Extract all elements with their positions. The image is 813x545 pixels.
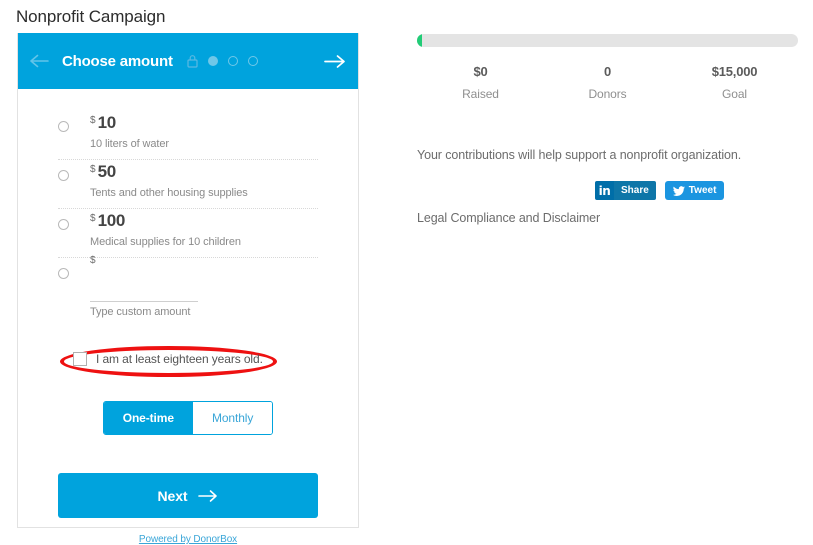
currency-symbol: $ [90,255,96,266]
radio-button[interactable] [58,170,69,181]
radio-button[interactable] [58,121,69,132]
lock-icon [187,54,198,68]
next-button[interactable]: Next [58,473,318,518]
twitter-tweet-label: Tweet [688,185,717,196]
amount-option-row[interactable]: $ 100 Medical supplies for 10 children [58,209,318,258]
campaign-page: Nonprofit Campaign Choose amount $ 10 10… [0,0,813,545]
radio-button[interactable] [58,268,69,279]
arrow-right-icon [324,54,345,68]
age-confirmation-checkbox-row[interactable]: I am at least eighteen years old. [73,352,263,366]
step-dot-1 [207,56,218,66]
amount-value: $ 10 [90,114,318,134]
campaign-stats: $0 Raised 0 Donors $15,000 Goal [417,64,798,101]
header-next-button[interactable] [312,33,358,89]
linkedin-share-label: Share [614,181,656,200]
custom-amount-value: $ [90,256,318,281]
stat-goal: $15,000 Goal [671,64,798,101]
frequency-toggle-group: One-time Monthly [18,401,358,435]
stat-value: $15,000 [711,64,758,79]
arrow-right-icon [198,489,218,502]
custom-amount-description: Type custom amount [90,306,191,318]
amount-number: 50 [97,162,117,181]
amount-option-body: $ 50 Tents and other housing supplies [90,163,318,201]
stat-label: Donors [588,87,627,101]
next-button-label: Next [157,487,188,504]
amount-value: $ 50 [90,163,318,183]
currency-symbol: $ [90,213,96,224]
radio-button[interactable] [58,219,69,230]
page-title: Nonprofit Campaign [16,7,166,26]
linkedin-icon: in [595,181,614,200]
twitter-bird-icon [672,185,685,196]
amount-options-list: $ 10 10 liters of water $ 50 Tents and o… [18,89,358,327]
amount-description: Tents and other housing supplies [90,187,248,199]
amount-number: 10 [97,113,117,132]
donation-form-card: Choose amount $ 10 10 liters of water $ … [17,33,359,545]
frequency-one-time-button[interactable]: One-time [103,402,193,434]
goal-progress-bar [417,34,798,47]
card-header: Choose amount [18,33,358,89]
stat-label: Raised [462,87,499,101]
age-confirmation-label: I am at least eighteen years old. [96,352,263,366]
frequency-toggle: One-time Monthly [102,401,274,435]
step-dot-2 [227,56,238,66]
donorbox-link[interactable]: Powered by DonorBox [139,534,237,545]
amount-option-row[interactable]: $ 10 10 liters of water [58,111,318,160]
amount-description: 10 liters of water [90,138,169,150]
currency-symbol: $ [90,115,96,126]
stat-value: 0 [603,64,612,79]
powered-by: Powered by DonorBox [58,534,318,545]
age-confirmation-checkbox[interactable] [73,352,87,366]
twitter-tweet-button[interactable]: Tweet [664,181,725,200]
back-button[interactable] [18,54,62,68]
stat-label: Goal [722,87,747,101]
age-confirmation-group: I am at least eighteen years old. [58,345,288,379]
linkedin-share-button[interactable]: in Share [595,181,656,200]
legal-disclaimer-text: Legal Compliance and Disclaimer [417,211,601,225]
step-indicator [207,56,258,66]
custom-amount-body: $ Type custom amount [90,256,318,320]
card-header-title: Choose amount [62,52,173,70]
share-buttons: in Share Tweet [595,181,725,200]
currency-symbol: $ [90,164,96,175]
amount-option-row[interactable]: $ 50 Tents and other housing supplies [58,160,318,209]
amount-description: Medical supplies for 10 children [90,236,241,248]
stat-raised: $0 Raised [417,64,544,101]
amount-value: $ 100 [90,212,318,232]
custom-amount-input[interactable] [90,283,198,302]
amount-option-body: $ 100 Medical supplies for 10 children [90,212,318,250]
arrow-left-icon [30,54,49,68]
contribution-description: Your contributions will help support a n… [417,148,742,162]
goal-progress-fill [417,34,422,47]
amount-number: 100 [97,211,126,230]
custom-amount-row[interactable]: $ Type custom amount [58,256,318,327]
amount-option-body: $ 10 10 liters of water [90,114,318,152]
stat-donors: 0 Donors [544,64,671,101]
stat-value: $0 [473,64,488,79]
step-dot-3 [247,56,258,66]
next-button-wrap: Next Powered by DonorBox [18,473,358,545]
frequency-monthly-button[interactable]: Monthly [192,402,273,434]
